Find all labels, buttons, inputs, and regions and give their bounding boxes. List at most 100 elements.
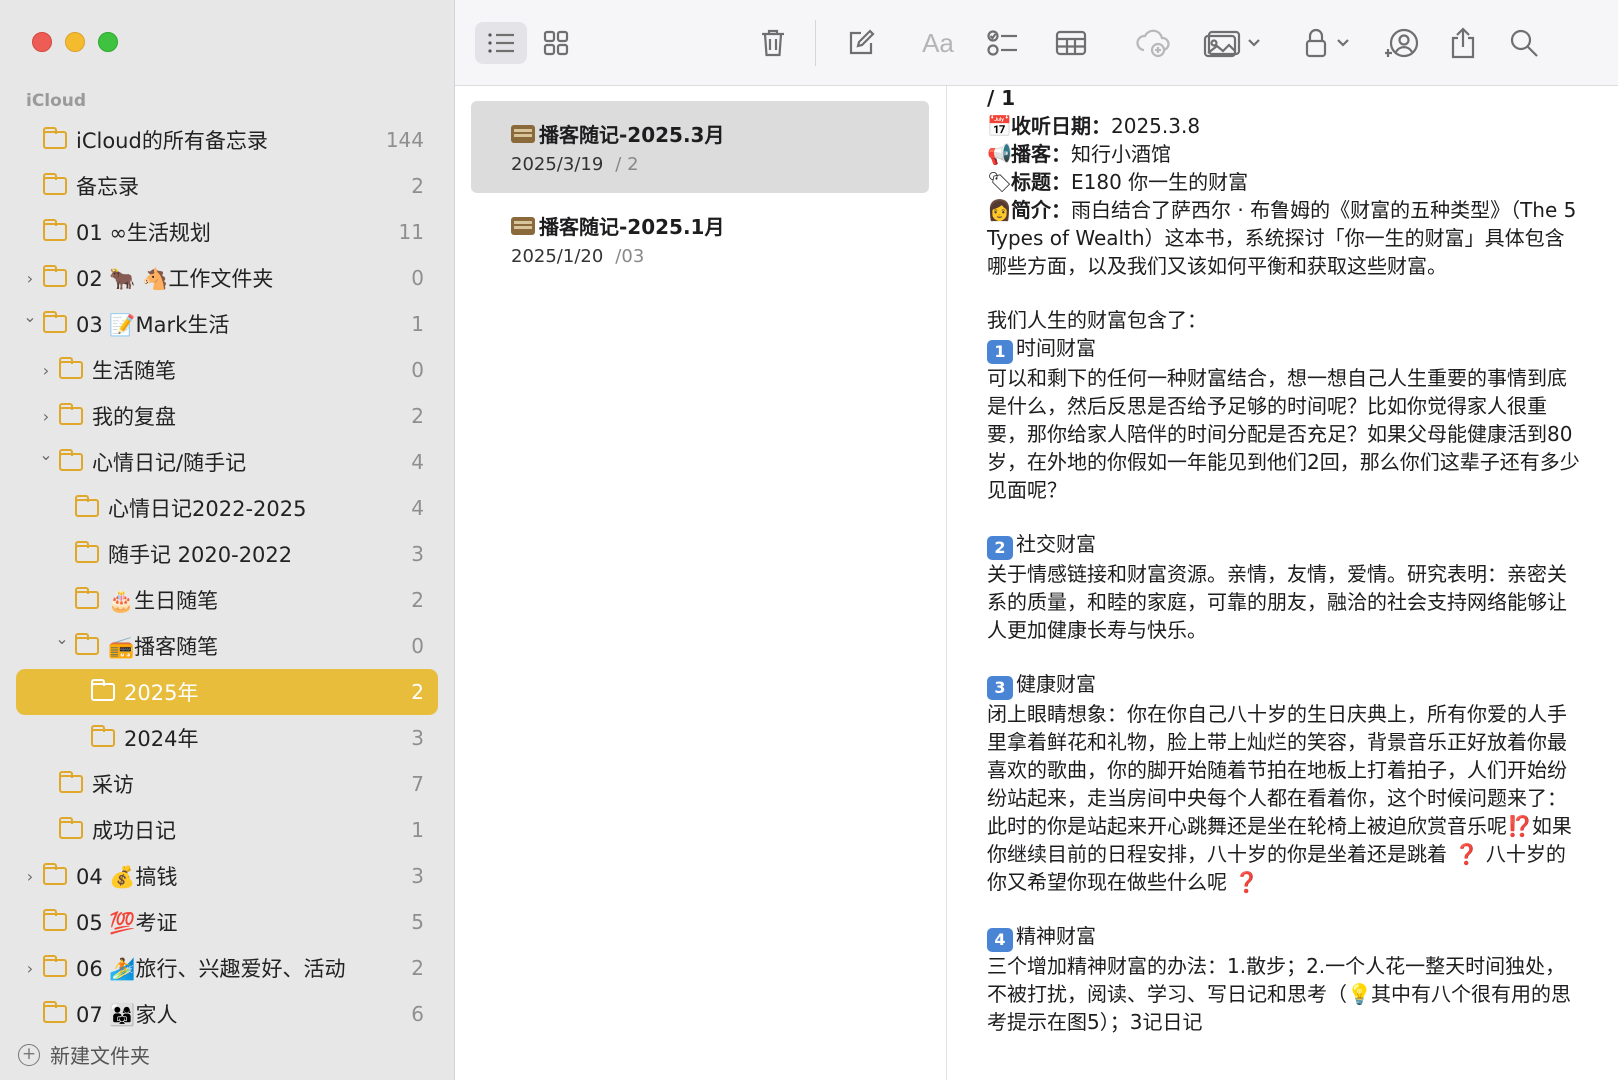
chevron-down-icon[interactable]: ⌄ xyxy=(22,307,38,326)
format-button[interactable]: Aa xyxy=(915,22,961,64)
sidebar-folder-item[interactable]: 成功日记 1 xyxy=(16,807,438,853)
note-meta: 2025/1/20/03 xyxy=(511,246,929,267)
wealth-intro: 我们人生的财富包含了： xyxy=(987,308,1207,332)
folder-count: 3 xyxy=(411,542,424,566)
folder-count: 2 xyxy=(411,174,424,198)
note-editor[interactable]: / 1 📅收听日期：2025.3.8 📢播客：知行小酒馆 🏷标题：E180 你一… xyxy=(987,84,1582,1080)
compose-button[interactable] xyxy=(840,22,882,64)
chevron-right-icon[interactable]: › xyxy=(22,959,38,978)
list-view-icon xyxy=(488,33,514,53)
search-button[interactable] xyxy=(1503,22,1545,64)
note-item[interactable]: 播客随记-2025.3月 2025/3/19 / 2 xyxy=(471,101,929,193)
folder-count: 2 xyxy=(411,680,424,704)
folder-count: 11 xyxy=(398,220,424,244)
sidebar-folder-item[interactable]: 2024年 3 xyxy=(16,715,438,761)
folder-label: 采访 xyxy=(92,773,134,797)
section-3-body: 闭上眼睛想象：你在你自己八十岁的生日庆典上，所有你爱的人手里拿着鲜花和礼物，脸上… xyxy=(987,702,1567,810)
sidebar-folder-item[interactable]: › 06 🏄旅行、兴趣爱好、活动 2 xyxy=(16,945,438,991)
chevron-right-icon[interactable]: › xyxy=(38,361,54,380)
listen-date-line: 📅收听日期：2025.3.8 xyxy=(987,114,1201,138)
folder-count: 5 xyxy=(411,910,424,934)
sidebar-folder-item[interactable]: › 02 🐂 🐴工作文件夹 0 xyxy=(16,255,438,301)
question-icon: ❓ xyxy=(1227,870,1259,894)
section-2-body: 关于情感链接和财富资源。亲情，友情，爱情。研究表明：亲密关系的质量，和睦的家庭，… xyxy=(987,562,1567,642)
folder-icon xyxy=(75,495,99,517)
folder-icon xyxy=(43,863,67,885)
folder-icon xyxy=(75,541,99,563)
sidebar-folder-item[interactable]: ⌄ 03 📝Mark生活 1 xyxy=(16,301,438,347)
sidebar-folder-item[interactable]: 01 ∞生活规划 11 xyxy=(16,209,438,255)
folder-label: 🎂生日随笔 xyxy=(108,589,219,613)
new-folder-button[interactable]: + 新建文件夹 xyxy=(18,1040,150,1069)
number-4-icon: 4 xyxy=(987,928,1013,952)
media-button[interactable] xyxy=(1200,22,1266,64)
plus-circle-icon: + xyxy=(18,1043,40,1066)
search-icon xyxy=(1510,29,1538,57)
sidebar-folder-item[interactable]: 2025年 2 xyxy=(16,669,438,715)
media-icon xyxy=(1203,30,1260,58)
lock-button[interactable] xyxy=(1300,22,1356,64)
folder-label: 04 💰搞钱 xyxy=(76,865,178,889)
link-icon xyxy=(1136,29,1170,58)
list-view-button[interactable] xyxy=(475,22,527,64)
collaborate-button[interactable] xyxy=(1381,22,1423,64)
sidebar-folder-item[interactable]: ⌄ 心情日记/随手记 4 xyxy=(16,439,438,485)
section-3-question: 此时的你是站起来开心跳舞还是坐在轮椅上被迫欣赏音乐呢⁉️如果你继续目前的日程安排… xyxy=(987,814,1572,894)
note-preview: / 2 xyxy=(615,154,639,175)
chevron-down-icon[interactable]: ⌄ xyxy=(54,629,70,648)
sidebar-folder-item[interactable]: › 04 💰搞钱 3 xyxy=(16,853,438,899)
share-icon xyxy=(1451,27,1475,59)
folder-count: 0 xyxy=(411,634,424,658)
sidebar-folder-item[interactable]: 备忘录 2 xyxy=(16,163,438,209)
folder-label: 生活随笔 xyxy=(92,359,176,383)
link-button[interactable] xyxy=(1131,22,1175,64)
table-icon xyxy=(1055,30,1087,56)
chevron-right-icon[interactable]: › xyxy=(38,407,54,426)
checklist-button[interactable] xyxy=(981,22,1025,64)
intro-line: 👩简介：雨白结合了萨西尔 · 布鲁姆的《财富的五种类型》（The 5 Types… xyxy=(987,198,1577,278)
section-1-body: 可以和剩下的任何一种财富结合，想一想自己人生重要的事情到底是什么，然后反思是否给… xyxy=(987,366,1580,502)
folder-label: 心情日记2022-2025 xyxy=(108,497,307,521)
folder-icon xyxy=(91,725,115,747)
folder-label: 07 👨‍👩‍👧家人 xyxy=(76,1003,178,1027)
chevron-down-icon[interactable]: ⌄ xyxy=(38,445,54,464)
folder-label: 01 ∞生活规划 xyxy=(76,221,211,245)
delete-button[interactable] xyxy=(753,22,793,64)
minimize-window-button[interactable] xyxy=(65,32,85,52)
sidebar-folder-item[interactable]: › 生活随笔 0 xyxy=(16,347,438,393)
folder-label: 05 💯考证 xyxy=(76,911,178,935)
chevron-right-icon[interactable]: › xyxy=(22,269,38,288)
note-item[interactable]: 播客随记-2025.1月 2025/1/20/03 xyxy=(471,193,929,285)
sidebar-folder-item[interactable]: iCloud的所有备忘录 144 xyxy=(16,117,438,163)
folder-count: 1 xyxy=(411,312,424,336)
folder-icon xyxy=(43,173,67,195)
note-title-row: 播客随记-2025.3月 xyxy=(511,119,929,148)
sidebar-folder-item[interactable]: 心情日记2022-2025 4 xyxy=(16,485,438,531)
tag-icon: 🏷 xyxy=(987,170,1013,194)
megaphone-icon: 📢 xyxy=(987,142,1012,166)
table-button[interactable] xyxy=(1049,22,1093,64)
sidebar-folder-item[interactable]: 07 👨‍👩‍👧家人 6 xyxy=(16,991,438,1037)
folder-label: 2024年 xyxy=(124,727,199,751)
sidebar-folder-item[interactable]: 随手记 2020-2022 3 xyxy=(16,531,438,577)
close-window-button[interactable] xyxy=(32,32,52,52)
sidebar-folder-item[interactable]: 🎂生日随笔 2 xyxy=(16,577,438,623)
folder-icon xyxy=(75,587,99,609)
folder-icon xyxy=(59,403,83,425)
share-button[interactable] xyxy=(1443,22,1483,64)
sidebar-folder-item[interactable]: › 我的复盘 2 xyxy=(16,393,438,439)
folder-count: 144 xyxy=(385,128,424,152)
collaborate-icon xyxy=(1385,28,1419,58)
zoom-window-button[interactable] xyxy=(98,32,118,52)
sidebar-folder-item[interactable]: ⌄ 📻播客随笔 0 xyxy=(16,623,438,669)
format-icon: Aa xyxy=(922,27,954,58)
sidebar-folder-item[interactable]: 采访 7 xyxy=(16,761,438,807)
person-icon: 👩 xyxy=(987,198,1012,222)
chevron-right-icon[interactable]: › xyxy=(22,867,38,886)
number-1-icon: 1 xyxy=(987,340,1013,364)
sidebar-folder-item[interactable]: 05 💯考证 5 xyxy=(16,899,438,945)
folder-icon xyxy=(43,909,67,931)
gallery-view-button[interactable] xyxy=(535,22,577,64)
folder-count: 4 xyxy=(411,496,424,520)
folder-icon xyxy=(43,311,67,333)
